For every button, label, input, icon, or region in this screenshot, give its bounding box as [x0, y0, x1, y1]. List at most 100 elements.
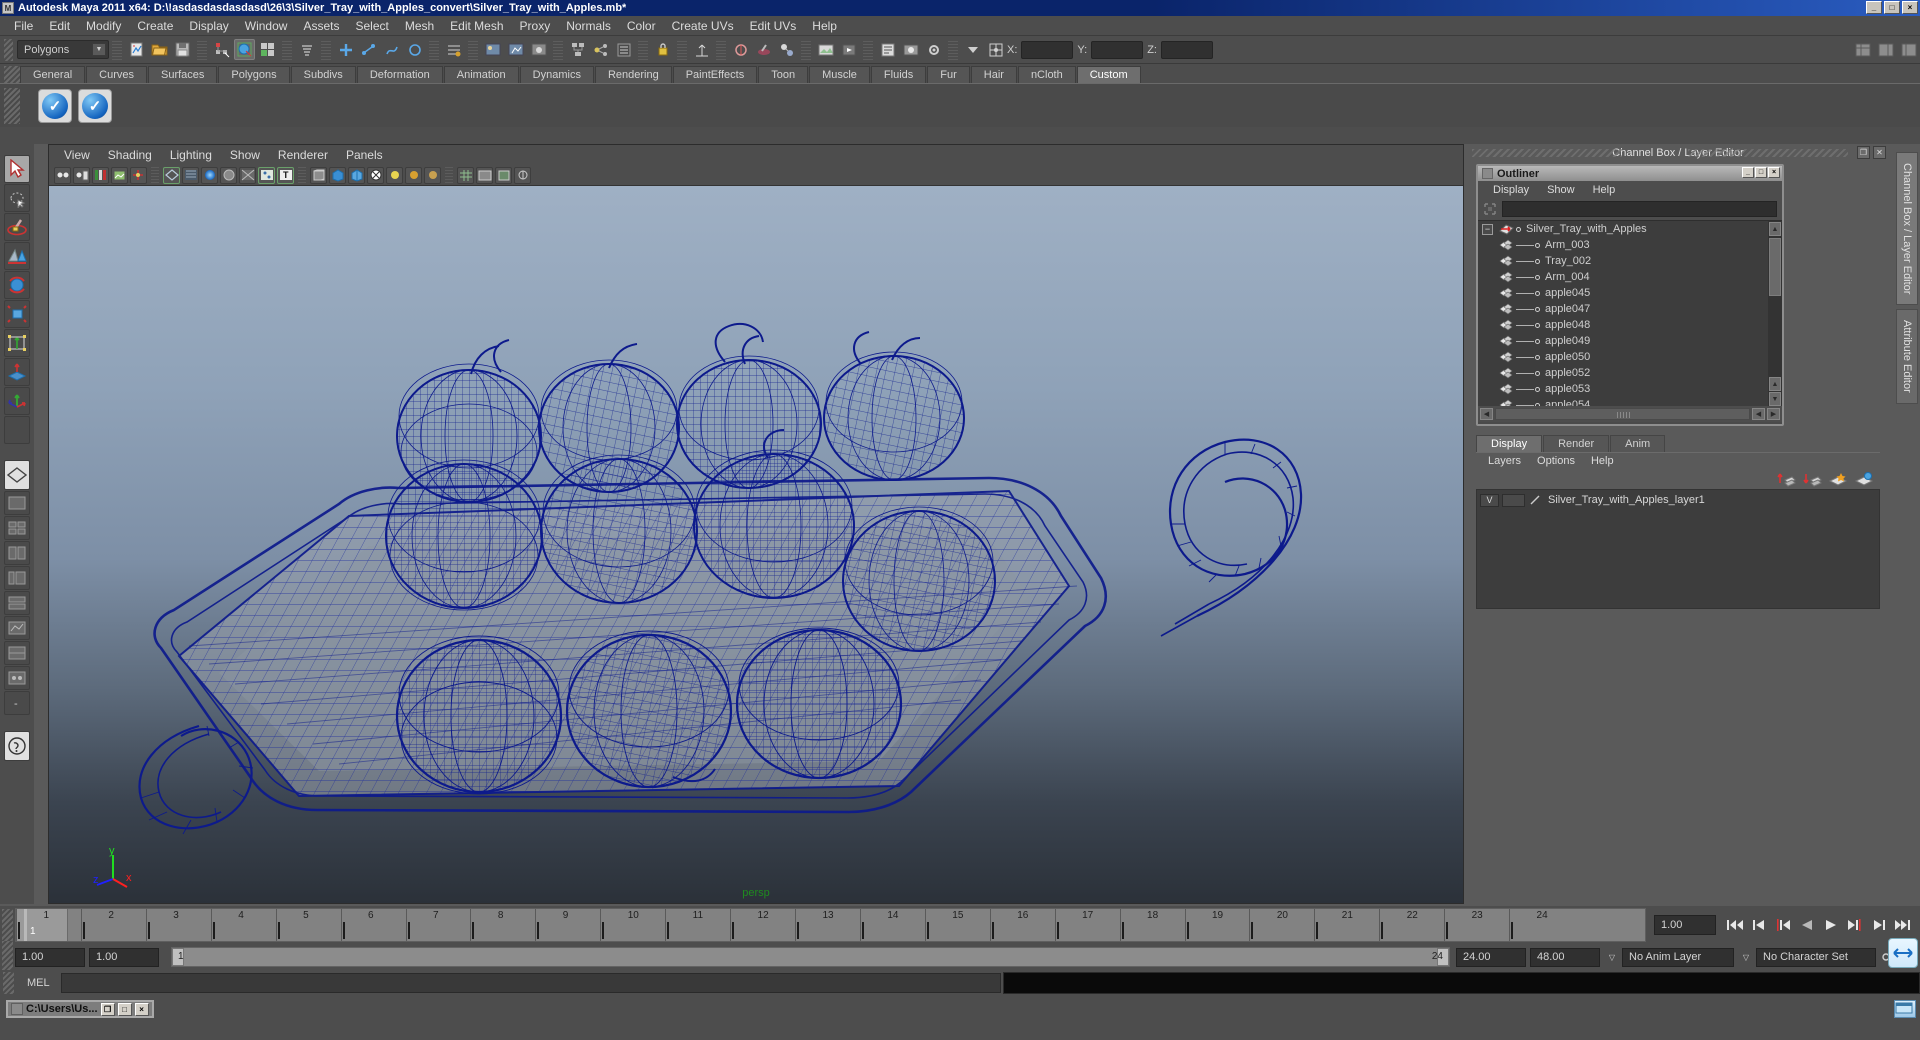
checker-texture-icon[interactable] [367, 166, 384, 184]
menu-item-create-uvs[interactable]: Create UVs [664, 17, 742, 35]
light-yellow-icon[interactable] [386, 166, 403, 184]
outliner-item-apple047[interactable]: apple047 [1478, 301, 1768, 317]
dock-restore-button[interactable]: ❐ [1857, 146, 1870, 159]
scroll-thumb[interactable] [1769, 238, 1781, 296]
select-mask-menu-button[interactable] [296, 39, 317, 60]
range-slider-gripper[interactable] [2, 941, 13, 973]
tool-slot-empty[interactable] [4, 416, 30, 444]
outliner-horizontal-scrollbar[interactable]: ◀ ◀ ▶ [1478, 406, 1782, 422]
play-backwards-button[interactable] [1796, 915, 1818, 935]
shelf-tab-muscle[interactable]: Muscle [809, 66, 870, 83]
select-tool-button[interactable] [4, 155, 30, 183]
sculpt-tool-button[interactable] [753, 39, 774, 60]
paint-select-button[interactable] [730, 39, 751, 60]
scroll-down-button[interactable]: ▼ [1769, 392, 1781, 406]
transform-axis-tool-button[interactable] [4, 387, 30, 415]
menu-item-edit-mesh[interactable]: Edit Mesh [442, 17, 511, 35]
shelf-gripper[interactable] [4, 66, 20, 83]
film-gate-icon[interactable] [495, 166, 512, 184]
shelf-button-1[interactable]: ✓ [38, 88, 72, 123]
layout-more-button[interactable]: - [4, 691, 30, 715]
play-forwards-button[interactable] [1820, 915, 1842, 935]
select-camera-icon[interactable] [54, 166, 71, 184]
render-settings-button[interactable] [528, 39, 549, 60]
shelf-tab-hair[interactable]: Hair [970, 66, 1017, 83]
layout-hypershade-button[interactable] [4, 591, 30, 615]
time-cursor[interactable] [24, 909, 27, 941]
grid-toggle-icon[interactable] [457, 166, 474, 184]
outliner-item-apple045[interactable]: apple045 [1478, 285, 1768, 301]
use-default-lighting-icon[interactable] [220, 166, 237, 184]
layout-persp-outliner-button[interactable] [4, 566, 30, 590]
menu-item-display[interactable]: Display [181, 17, 236, 35]
shelf-tab-ncloth[interactable]: nCloth [1017, 66, 1076, 83]
close-button[interactable]: × [1902, 1, 1918, 14]
viewport-menu-show[interactable]: Show [221, 147, 269, 163]
dock-gripper-right[interactable] [1688, 149, 1848, 157]
character-set-selector[interactable]: No Character Set [1756, 947, 1876, 967]
outliner-item-apple053[interactable]: apple053 [1478, 381, 1768, 397]
coord-y-input[interactable] [1091, 40, 1144, 59]
new-layer-from-selected-icon[interactable] [1854, 471, 1874, 487]
hypershade-button[interactable] [776, 39, 797, 60]
outliner-root-row[interactable]: − Silver_Tray_with_Apples [1478, 221, 1768, 237]
outliner-item-apple049[interactable]: apple049 [1478, 333, 1768, 349]
show-manipulator-button[interactable] [691, 39, 712, 60]
shelf-tab-dynamics[interactable]: Dynamics [519, 66, 594, 83]
maximize-button[interactable]: □ [1884, 1, 1900, 14]
taskbar-maximize-button[interactable]: □ [117, 1002, 132, 1016]
image-plane-icon[interactable] [111, 166, 128, 184]
settings-preferences-button[interactable] [923, 39, 944, 60]
render-view-button[interactable] [900, 39, 921, 60]
cube-blue-icon[interactable] [329, 166, 346, 184]
playblast-button[interactable] [838, 39, 859, 60]
step-forward-frame-button[interactable] [1868, 915, 1890, 935]
tray-notification-icon[interactable] [1894, 1000, 1916, 1018]
chevron-down-icon[interactable] [962, 39, 983, 60]
menu-item-file[interactable]: File [6, 17, 41, 35]
move-layer-down-icon[interactable] [1802, 471, 1822, 487]
outliner-item-arm_003[interactable]: Arm_003 [1478, 237, 1768, 253]
camera-attributes-icon[interactable] [73, 166, 90, 184]
snap-to-point-button[interactable] [381, 39, 402, 60]
selection-mode-dropdown[interactable]: Polygons ▼ [17, 40, 109, 59]
menu-item-modify[interactable]: Modify [78, 17, 129, 35]
vertical-tab-attribute-editor[interactable]: Attribute Editor [1896, 309, 1918, 405]
render-current-frame-button[interactable] [482, 39, 503, 60]
dock-gripper-left[interactable] [1472, 149, 1622, 157]
animation-start-time-field[interactable]: 1.00 [15, 947, 85, 967]
time-slider-gripper[interactable] [2, 909, 13, 941]
snap-to-curve-button[interactable] [358, 39, 379, 60]
move-layer-up-icon[interactable] [1776, 471, 1796, 487]
coord-z-input[interactable] [1160, 40, 1213, 59]
step-forward-key-button[interactable] [1844, 915, 1866, 935]
show-tool-settings-button[interactable] [1898, 39, 1919, 60]
help-bubble-icon[interactable] [1888, 938, 1918, 968]
layout-graph-editor-button[interactable] [4, 616, 30, 640]
script-language-label[interactable]: MEL [17, 977, 61, 989]
shade-textured-icon[interactable] [201, 166, 218, 184]
shelf-tab-deformation[interactable]: Deformation [356, 66, 443, 83]
outliner-vertical-scrollbar[interactable]: ▲ ▲ ▼ [1768, 221, 1782, 406]
select-by-object-type-button[interactable] [234, 39, 255, 60]
text-overlay-icon[interactable]: T [277, 166, 294, 184]
shelf-body-gripper[interactable] [4, 88, 20, 124]
scroll-up-button[interactable]: ▲ [1769, 222, 1781, 236]
script-editor-button[interactable] [877, 39, 898, 60]
current-time-field[interactable]: 1.00 [1654, 915, 1716, 935]
show-channel-box-button[interactable] [1852, 39, 1873, 60]
exposure-icon[interactable] [514, 166, 531, 184]
menu-item-window[interactable]: Window [237, 17, 296, 35]
filter-icon[interactable] [1483, 202, 1497, 216]
taskbar-close-button[interactable]: × [134, 1002, 149, 1016]
move-tool-button[interactable] [4, 242, 30, 270]
menu-item-mesh[interactable]: Mesh [397, 17, 442, 35]
open-scene-button[interactable] [149, 39, 170, 60]
range-slider[interactable]: 1 24 [171, 947, 1450, 967]
menu-item-edit[interactable]: Edit [41, 17, 78, 35]
layer-row[interactable]: V Silver_Tray_with_Apples_layer1 [1477, 492, 1879, 508]
perspective-viewport[interactable]: y z x persp [49, 186, 1463, 903]
hypergraph-button[interactable] [567, 39, 588, 60]
taskbar-restore-button[interactable]: ❐ [100, 1002, 115, 1016]
viewport-menu-panels[interactable]: Panels [337, 147, 392, 163]
